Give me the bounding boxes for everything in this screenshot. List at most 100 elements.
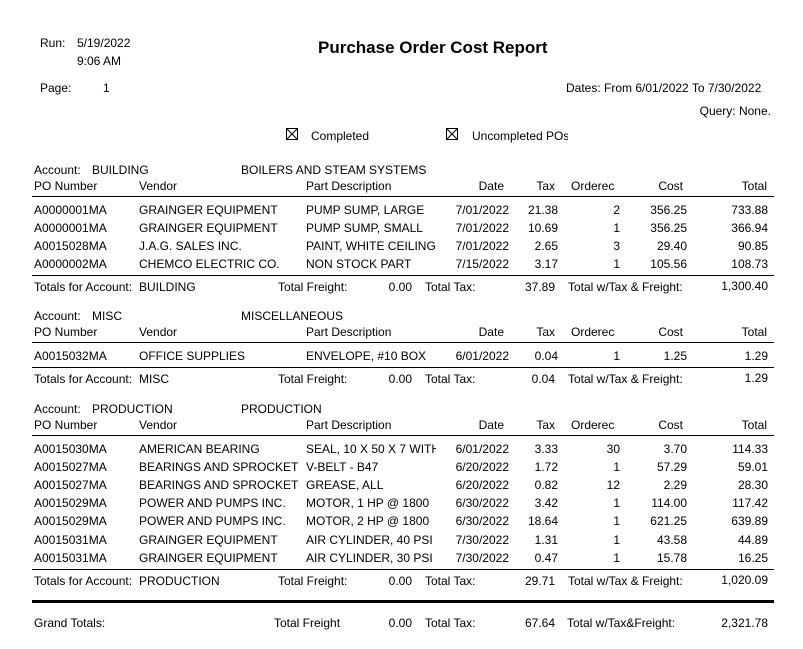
grand-total-freight-value: 0.00 xyxy=(388,616,412,630)
column-header-tax: Tax xyxy=(536,325,555,339)
ordered: 30 xyxy=(606,442,620,456)
part-description: PUMP SUMP, LARGE xyxy=(306,203,425,217)
part-description: AIR CYLINDER, 30 PSI xyxy=(306,551,433,565)
po-number: A0000001MA xyxy=(34,221,107,235)
column-header-total: Total xyxy=(741,325,767,339)
run-date: 5/19/2022 xyxy=(77,36,131,50)
vendor: BEARINGS AND SPROCKETS xyxy=(139,478,299,492)
cost: 356.25 xyxy=(650,203,687,217)
tax: 3.17 xyxy=(534,257,558,271)
account-label: Account: xyxy=(34,163,81,177)
account-code: MISC xyxy=(92,309,122,323)
part-description: SEAL, 10 X 50 X 7 WITH xyxy=(306,442,436,456)
column-header-total: Total xyxy=(741,418,767,432)
date-range: Dates: From 6/01/2022 To 7/30/2022 xyxy=(566,81,762,95)
column-header-tax: Tax xyxy=(536,418,555,432)
date: 7/30/2022 xyxy=(455,551,509,565)
account-name: PRODUCTION xyxy=(241,402,322,416)
tax: 21.38 xyxy=(527,203,558,217)
account-name: MISCELLANEOUS xyxy=(241,309,344,323)
part-description: AIR CYLINDER, 40 PSI xyxy=(306,533,433,547)
total: 1.29 xyxy=(744,349,768,363)
completed-pos-label: Completed POs xyxy=(311,129,373,143)
tax: 1.72 xyxy=(534,460,558,474)
date: 7/15/2022 xyxy=(455,257,509,271)
vendor: GRAINGER EQUIPMENT xyxy=(139,221,278,235)
grand-total-freight-label: Total Freight xyxy=(274,616,341,630)
cost: 43.58 xyxy=(656,533,687,547)
ordered: 3 xyxy=(613,239,620,253)
page-label: Page: xyxy=(40,81,72,95)
vendor: OFFICE SUPPLIES xyxy=(139,349,246,363)
grand-total-with-tax-freight-label: Total w/Tax&Freight: xyxy=(567,616,676,630)
po-number: A0015029MA xyxy=(34,496,107,510)
part-description: ENVELOPE, #10 BOX xyxy=(306,349,427,363)
ordered: 1 xyxy=(613,257,620,271)
vendor: J.A.G. SALES INC. xyxy=(139,239,242,253)
part-description: GREASE, ALL xyxy=(306,478,384,492)
total-tax-label: Total Tax: xyxy=(425,574,476,588)
tax: 0.47 xyxy=(534,551,558,565)
column-header-part-description: Part Description xyxy=(306,418,392,432)
total-with-tax-freight-value: 1,300.40 xyxy=(721,279,768,293)
cost: 114.00 xyxy=(651,496,687,510)
total-freight-label: Total Freight: xyxy=(278,372,348,386)
part-description: NON STOCK PART xyxy=(306,257,412,271)
po-number: A0015030MA xyxy=(34,442,107,456)
total-tax-value: 37.89 xyxy=(524,280,555,294)
header-divider xyxy=(32,435,774,436)
po-number: A0015027MA xyxy=(34,460,107,474)
account-code: PRODUCTION xyxy=(92,402,173,416)
query-text: Query: None. xyxy=(699,104,771,118)
header-divider xyxy=(32,342,774,343)
uncompleted-pos-label: Uncompleted POs xyxy=(472,129,568,143)
account-code: BUILDING xyxy=(92,163,149,177)
report-title: Purchase Order Cost Report xyxy=(318,38,548,57)
po-number: A0015031MA xyxy=(34,551,107,565)
column-header-date: Date xyxy=(478,418,504,432)
column-header-ordered: Orderec xyxy=(571,418,615,432)
vendor: POWER AND PUMPS INC. xyxy=(139,514,286,528)
date: 6/30/2022 xyxy=(455,514,509,528)
cost: 15.78 xyxy=(656,551,687,565)
total-tax-label: Total Tax: xyxy=(425,372,476,386)
total: 16.25 xyxy=(737,551,768,565)
total: 108.73 xyxy=(731,257,768,271)
cost: 29.40 xyxy=(656,239,687,253)
column-header-cost: Cost xyxy=(658,418,683,432)
date: 6/20/2022 xyxy=(455,460,509,474)
total: 117.42 xyxy=(732,496,768,510)
date: 7/01/2022 xyxy=(455,239,509,253)
total-tax-value: 0.04 xyxy=(531,372,555,386)
po-number: A0015028MA xyxy=(34,239,107,253)
grand-total-with-tax-freight-value: 2,321.78 xyxy=(721,616,768,630)
totals-account-code: MISC xyxy=(139,372,169,386)
part-description: V-BELT - B47 xyxy=(306,460,379,474)
cost: 105.56 xyxy=(650,257,687,271)
po-number: A0015029MA xyxy=(34,514,107,528)
column-header-po-number: PO Number xyxy=(34,325,98,339)
tax: 10.69 xyxy=(527,221,558,235)
total: 639.89 xyxy=(731,514,768,528)
column-header-vendor: Vendor xyxy=(139,179,178,193)
uncompleted-pos-checkbox-icon xyxy=(446,128,458,140)
total-freight-label: Total Freight: xyxy=(278,574,348,588)
ordered: 2 xyxy=(613,203,620,217)
grand-total-tax-label: Total Tax: xyxy=(425,616,476,630)
column-header-total: Total xyxy=(741,179,767,193)
totals-account-code: BUILDING xyxy=(139,280,196,294)
totals-divider xyxy=(32,275,774,276)
tax: 2.65 xyxy=(534,239,558,253)
total-freight-value: 0.00 xyxy=(388,574,412,588)
total: 114.33 xyxy=(732,442,768,456)
run-time: 9:06 AM xyxy=(77,54,122,68)
total-tax-value: 29.71 xyxy=(524,574,555,588)
totals-divider xyxy=(32,569,774,570)
tax: 1.31 xyxy=(534,533,558,547)
column-header-part-description: Part Description xyxy=(306,325,392,339)
grand-total-divider xyxy=(32,600,774,603)
po-number: A0015027MA xyxy=(34,478,107,492)
totals-divider xyxy=(32,367,774,368)
total: 366.94 xyxy=(731,221,768,235)
column-header-cost: Cost xyxy=(658,325,683,339)
